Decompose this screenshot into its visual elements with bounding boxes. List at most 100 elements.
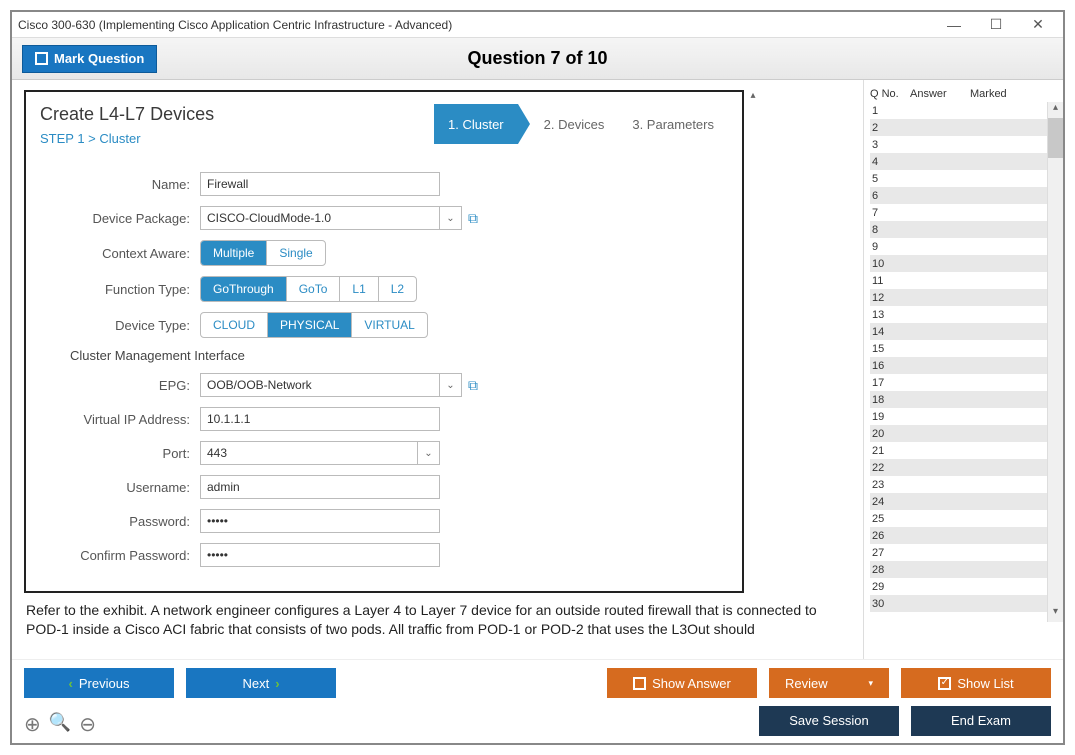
zoom-reset-icon[interactable]: 🔍	[49, 712, 71, 737]
review-dropdown[interactable]: Review ▾	[769, 668, 889, 698]
zoom-out-icon[interactable]: ⊖	[79, 712, 96, 737]
scrollbar[interactable]: ▴ ▾	[1047, 102, 1063, 622]
list-item[interactable]: 20	[870, 425, 1059, 442]
toggle-cloud[interactable]: CLOUD	[201, 313, 268, 337]
previous-button[interactable]: ‹Previous	[24, 668, 174, 698]
scroll-thumb[interactable]	[1048, 118, 1063, 158]
list-item[interactable]: 10	[870, 255, 1059, 272]
list-item[interactable]: 5	[870, 170, 1059, 187]
list-item[interactable]: 13	[870, 306, 1059, 323]
checkbox-checked-icon	[938, 677, 951, 690]
list-item[interactable]: 12	[870, 289, 1059, 306]
password-field[interactable]	[200, 509, 440, 533]
chevron-down-icon[interactable]: ⌄	[440, 206, 462, 230]
password-label: Password:	[40, 514, 200, 529]
list-item[interactable]: 9	[870, 238, 1059, 255]
list-item[interactable]: 23	[870, 476, 1059, 493]
app-window: Cisco 300-630 (Implementing Cisco Applic…	[10, 10, 1065, 745]
toggle-virtual[interactable]: VIRTUAL	[352, 313, 426, 337]
exhibit-title: Create L4-L7 Devices	[40, 104, 214, 125]
list-item[interactable]: 27	[870, 544, 1059, 561]
list-item[interactable]: 25	[870, 510, 1059, 527]
scroll-up-icon[interactable]: ▴	[750, 90, 755, 101]
list-item[interactable]: 2	[870, 119, 1059, 136]
list-item[interactable]: 7	[870, 204, 1059, 221]
list-item[interactable]: 26	[870, 527, 1059, 544]
context-aware-group: MultipleSingle	[200, 240, 326, 266]
review-label: Review	[785, 676, 828, 691]
toggle-gothrough[interactable]: GoThrough	[201, 277, 287, 301]
question-list-panel: Q No. Answer Marked 12345678910111213141…	[863, 80, 1063, 659]
col-marked: Marked	[970, 88, 1030, 100]
mark-question-button[interactable]: Mark Question	[22, 45, 157, 73]
col-qno: Q No.	[870, 88, 910, 100]
show-list-label: Show List	[957, 676, 1013, 691]
list-item[interactable]: 29	[870, 578, 1059, 595]
wizard-step-cluster[interactable]: 1. Cluster	[434, 104, 518, 144]
toggle-l2[interactable]: L2	[379, 277, 416, 301]
chevron-down-icon[interactable]: ⌄	[440, 373, 462, 397]
toggle-multiple[interactable]: Multiple	[201, 241, 267, 265]
checkbox-icon	[633, 677, 646, 690]
list-item[interactable]: 8	[870, 221, 1059, 238]
external-link-icon[interactable]: ⧉	[468, 210, 478, 227]
maximize-button[interactable]: ☐	[977, 14, 1015, 36]
list-item[interactable]: 19	[870, 408, 1059, 425]
mark-question-label: Mark Question	[54, 51, 144, 66]
list-item[interactable]: 18	[870, 391, 1059, 408]
list-item[interactable]: 1	[870, 102, 1059, 119]
list-item[interactable]: 6	[870, 187, 1059, 204]
function-type-group: GoThroughGoToL1L2	[200, 276, 417, 302]
scroll-up-icon[interactable]: ▴	[1048, 102, 1063, 118]
list-item[interactable]: 15	[870, 340, 1059, 357]
confirm-password-label: Confirm Password:	[40, 548, 200, 563]
list-item[interactable]: 22	[870, 459, 1059, 476]
confirm-password-field[interactable]	[200, 543, 440, 567]
list-item[interactable]: 24	[870, 493, 1059, 510]
list-item[interactable]: 3	[870, 136, 1059, 153]
zoom-in-icon[interactable]: ⊕	[24, 712, 41, 737]
list-item[interactable]: 28	[870, 561, 1059, 578]
save-session-button[interactable]: Save Session	[759, 706, 899, 736]
question-text: Refer to the exhibit. A network engineer…	[24, 593, 851, 645]
exhibit-step: STEP 1 > Cluster	[40, 131, 214, 146]
show-list-button[interactable]: Show List	[901, 668, 1051, 698]
device-package-field[interactable]	[200, 206, 440, 230]
end-exam-button[interactable]: End Exam	[911, 706, 1051, 736]
wizard-step-parameters[interactable]: 3. Parameters	[618, 104, 728, 144]
toggle-single[interactable]: Single	[267, 241, 324, 265]
list-item[interactable]: 30	[870, 595, 1059, 612]
epg-field[interactable]	[200, 373, 440, 397]
minimize-button[interactable]: —	[935, 14, 973, 36]
list-item[interactable]: 21	[870, 442, 1059, 459]
list-item[interactable]: 11	[870, 272, 1059, 289]
username-label: Username:	[40, 480, 200, 495]
toggle-physical[interactable]: PHYSICAL	[268, 313, 352, 337]
list-item[interactable]: 17	[870, 374, 1059, 391]
device-type-group: CLOUDPHYSICALVIRTUAL	[200, 312, 428, 338]
vip-label: Virtual IP Address:	[40, 412, 200, 427]
question-list[interactable]: 1234567891011121314151617181920212223242…	[870, 102, 1059, 622]
context-aware-label: Context Aware:	[40, 246, 200, 261]
external-link-icon[interactable]: ⧉	[468, 377, 478, 394]
show-answer-button[interactable]: Show Answer	[607, 668, 757, 698]
chevron-down-icon[interactable]: ⌄	[418, 441, 440, 465]
username-field[interactable]	[200, 475, 440, 499]
window-title: Cisco 300-630 (Implementing Cisco Applic…	[18, 18, 452, 32]
scroll-down-icon[interactable]: ▾	[1048, 606, 1063, 622]
question-counter: Question 7 of 10	[467, 48, 607, 69]
toggle-goto[interactable]: GoTo	[287, 277, 341, 301]
next-button[interactable]: Next›	[186, 668, 336, 698]
toggle-l1[interactable]: L1	[340, 277, 378, 301]
name-field[interactable]	[200, 172, 440, 196]
wizard-step-devices[interactable]: 2. Devices	[518, 104, 619, 144]
close-button[interactable]: ✕	[1019, 14, 1057, 36]
list-item[interactable]: 16	[870, 357, 1059, 374]
vip-field[interactable]	[200, 407, 440, 431]
list-item[interactable]: 14	[870, 323, 1059, 340]
list-item[interactable]: 4	[870, 153, 1059, 170]
cluster-mgmt-header: Cluster Management Interface	[70, 348, 728, 363]
port-field[interactable]	[200, 441, 418, 465]
device-package-label: Device Package:	[40, 211, 200, 226]
chevron-down-icon: ▾	[868, 678, 873, 689]
